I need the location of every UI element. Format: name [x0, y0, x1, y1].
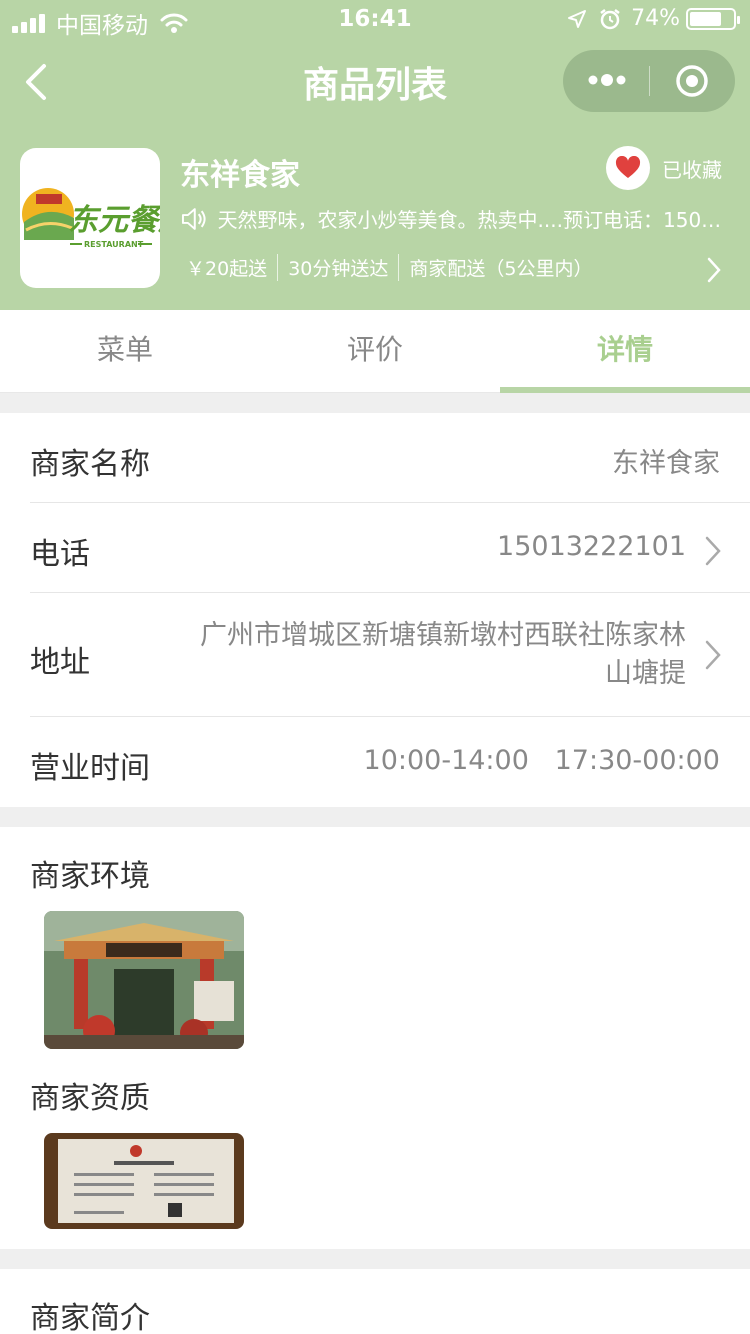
address-line-2: 山塘提	[605, 658, 686, 689]
chevron-right-icon[interactable]	[706, 256, 722, 284]
location-arrow-icon	[568, 9, 587, 28]
address-line-1: 广州市增城区新塘镇新墩村西联社陈家林	[200, 620, 686, 651]
qualification-photo[interactable]	[44, 1133, 244, 1229]
hours-value: 10:00-14:00 17:30-00:00	[363, 745, 720, 776]
tab-bar: 菜单 评价 详情	[0, 310, 750, 393]
shop-intro-card: 商家简介	[0, 1269, 750, 1334]
delivery-mode: 商家配送（5公里内）	[398, 254, 602, 281]
favorite-label: 已收藏	[662, 157, 722, 182]
hours-row: 营业时间 10:00-14:00 17:30-00:00	[30, 717, 750, 807]
more-dots-icon[interactable]	[587, 68, 627, 92]
address-row[interactable]: 地址 广州市增城区新塘镇新墩村西联社陈家林 山塘提	[30, 593, 750, 717]
battery-icon	[686, 7, 740, 30]
environment-photo[interactable]	[44, 911, 244, 1049]
tab-reviews[interactable]: 评价	[250, 310, 500, 392]
battery-percent: 74%	[631, 6, 680, 31]
shop-header: 中国移动 16:41 74% 商品列表 东元餐 RESTAURANT 东祥食家 …	[0, 0, 750, 310]
shop-logo: 东元餐厅 RESTAURANT	[20, 148, 160, 288]
shop-info-card: 商家名称 东祥食家 电话 15013222101 地址 广州市增城区新塘镇新墩村…	[0, 413, 750, 807]
delivery-info: ￥20起送 30分钟送达 商家配送（5公里内）	[180, 254, 602, 281]
logo-subtext: RESTAURANT	[84, 240, 144, 249]
shop-notice[interactable]: 天然野味，农家小炒等美食。热卖中....预订电话：1501...	[180, 204, 725, 233]
address-value: 广州市增城区新塘镇新墩村西联社陈家林 山塘提	[200, 617, 686, 693]
notice-text: 天然野味，农家小炒等美食。热卖中....预订电话：1501...	[217, 208, 725, 232]
intro-title: 商家简介	[30, 1301, 150, 1334]
shop-media-card: 商家环境 商家资质	[0, 827, 750, 1249]
phone-label: 电话	[30, 537, 90, 572]
shop-name-label: 商家名称	[30, 447, 150, 482]
environment-title: 商家环境	[30, 859, 150, 894]
min-order: ￥20起送	[186, 258, 268, 280]
qualification-title: 商家资质	[30, 1081, 150, 1116]
chevron-right-icon	[705, 536, 721, 566]
hours-label: 营业时间	[30, 751, 150, 786]
heart-icon	[615, 156, 641, 178]
shop-name-row: 商家名称 东祥食家	[30, 413, 750, 503]
delivery-time: 30分钟送达	[277, 254, 398, 281]
alarm-icon	[600, 8, 620, 29]
shop-name-value: 东祥食家	[612, 448, 720, 479]
phone-value: 15013222101	[497, 531, 686, 562]
address-label: 地址	[30, 645, 90, 680]
chevron-right-icon	[705, 640, 721, 670]
close-target-icon[interactable]	[675, 64, 709, 98]
tab-details[interactable]: 详情	[500, 310, 750, 393]
phone-row[interactable]: 电话 15013222101	[30, 503, 750, 593]
tab-menu[interactable]: 菜单	[0, 310, 250, 392]
favorite-button[interactable]: 已收藏	[606, 146, 722, 190]
shop-name: 东祥食家	[180, 158, 300, 193]
speaker-icon	[181, 207, 206, 230]
status-bar: 中国移动 16:41 74%	[0, 0, 750, 40]
nav-bar: 商品列表	[0, 46, 750, 116]
logo-text: 东元餐厅	[68, 203, 160, 238]
mini-program-capsule	[563, 50, 735, 112]
